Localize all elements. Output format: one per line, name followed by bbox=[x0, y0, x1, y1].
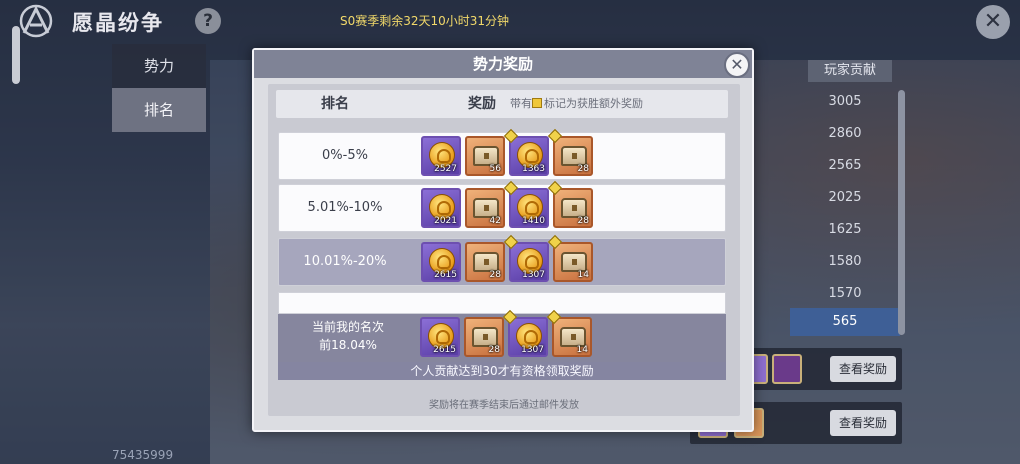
item-quantity: 14 bbox=[577, 270, 589, 280]
shell-coin-icon: 1363 bbox=[509, 136, 549, 176]
reward-item[interactable]: 14 bbox=[546, 309, 592, 357]
reward-item[interactable]: 28 bbox=[547, 128, 593, 176]
reward-item[interactable]: 2527 bbox=[421, 136, 461, 176]
tier-row[interactable]: 0%-5% 2527 56 1363 28 bbox=[278, 128, 726, 180]
item-quantity: 1307 bbox=[521, 345, 544, 355]
contribution-value: 2025 bbox=[828, 190, 862, 205]
item-quantity: 28 bbox=[577, 164, 589, 174]
bonus-marker-icon bbox=[532, 98, 542, 108]
item-quantity: 2527 bbox=[434, 164, 457, 174]
reward-item[interactable]: 42 bbox=[465, 188, 505, 228]
contribution-value: 1570 bbox=[828, 286, 862, 301]
contribution-column-header: 玩家贡献 bbox=[808, 60, 892, 82]
bonus-note-prefix: 带有 bbox=[510, 97, 532, 110]
back-handle[interactable] bbox=[12, 26, 20, 84]
treasure-chest-icon: 28 bbox=[464, 317, 504, 357]
view-reward-button[interactable]: 查看奖励 bbox=[830, 356, 896, 382]
table-header: 排名 奖励 带有 标记为获胜额外奖励 bbox=[276, 90, 728, 118]
my-rank-title: 当前我的名次 bbox=[311, 320, 384, 334]
item-quantity: 28 bbox=[488, 345, 500, 355]
column-rank: 排名 bbox=[321, 96, 349, 112]
season-countdown: S0赛季剩余32天10小时31分钟 bbox=[340, 14, 510, 28]
tier-rewards: 2021 42 1410 28 bbox=[421, 180, 593, 228]
shell-coin-icon: 2615 bbox=[420, 317, 460, 357]
item-quantity: 1307 bbox=[522, 270, 545, 280]
reward-item[interactable]: 1307 bbox=[502, 309, 548, 357]
reward-item[interactable]: 2615 bbox=[421, 242, 461, 282]
contribution-value: 2565 bbox=[828, 158, 862, 173]
player-id: 75435999 bbox=[112, 448, 174, 462]
item-quantity: 1410 bbox=[522, 216, 545, 226]
shell-coin-icon: 2021 bbox=[421, 188, 461, 228]
item-quantity: 56 bbox=[489, 164, 501, 174]
item-quantity: 1363 bbox=[522, 164, 545, 174]
reward-item[interactable]: 2021 bbox=[421, 188, 461, 228]
tier-row-partial[interactable] bbox=[278, 292, 726, 314]
reward-item[interactable]: 14 bbox=[547, 234, 593, 282]
list-scrollbar[interactable] bbox=[898, 90, 905, 335]
tab-ranking[interactable]: 排名 bbox=[112, 88, 206, 132]
reward-table: 排名 奖励 带有 标记为获胜额外奖励 0%-5% 2527 56 1363 28 5.0… bbox=[268, 84, 740, 416]
help-button[interactable]: ? bbox=[195, 8, 221, 34]
treasure-chest-icon: 28 bbox=[553, 136, 593, 176]
reward-item-icon bbox=[772, 354, 802, 384]
item-quantity: 2615 bbox=[433, 345, 456, 355]
contribution-value: 3005 bbox=[828, 94, 862, 109]
my-rank-label: 当前我的名次 前18.04% bbox=[278, 318, 418, 354]
reward-item[interactable]: 28 bbox=[464, 317, 504, 357]
reward-item[interactable]: 56 bbox=[465, 136, 505, 176]
my-contribution-value: 565 bbox=[790, 308, 900, 336]
tier-rewards: 2615 28 1307 14 bbox=[421, 234, 593, 282]
treasure-chest-icon: 14 bbox=[552, 317, 592, 357]
treasure-chest-icon: 28 bbox=[465, 242, 505, 282]
my-rank-panel: 当前我的名次 前18.04% 2615 28 1307 14 bbox=[278, 309, 726, 362]
eligibility-notice: 个人贡献达到30才有资格领取奖励 bbox=[278, 362, 726, 380]
view-reward-button[interactable]: 查看奖励 bbox=[830, 410, 896, 436]
tier-label: 5.01%-10% bbox=[307, 200, 383, 215]
mail-delivery-note: 奖励将在赛季结束后通过邮件发放 bbox=[429, 400, 579, 411]
tier-label: 0%-5% bbox=[322, 148, 368, 163]
reward-item[interactable]: 1363 bbox=[503, 128, 549, 176]
reward-item[interactable]: 2615 bbox=[420, 317, 460, 357]
contribution-value: 1625 bbox=[828, 222, 862, 237]
tier-row[interactable]: 5.01%-10% 2021 42 1410 28 bbox=[278, 180, 726, 232]
reward-item[interactable]: 1307 bbox=[503, 234, 549, 282]
item-quantity: 2021 bbox=[434, 216, 457, 226]
contribution-value: 1580 bbox=[828, 254, 862, 269]
shell-coin-icon: 1410 bbox=[509, 188, 549, 228]
tab-faction[interactable]: 势力 bbox=[112, 44, 206, 88]
item-quantity: 28 bbox=[577, 216, 589, 226]
bonus-note: 带有 标记为获胜额外奖励 bbox=[510, 90, 643, 118]
close-button[interactable]: ✕ bbox=[976, 5, 1010, 39]
contribution-value: 2860 bbox=[828, 126, 862, 141]
tier-row-current[interactable]: 10.01%-20% 2615 28 1307 14 bbox=[278, 234, 726, 286]
bonus-note-suffix: 标记为获胜额外奖励 bbox=[544, 97, 643, 110]
item-quantity: 28 bbox=[489, 270, 501, 280]
faction-logo-icon bbox=[19, 4, 53, 38]
item-quantity: 14 bbox=[576, 345, 588, 355]
faction-reward-dialog: 势力奖励 ✕ 排名 奖励 带有 标记为获胜额外奖励 0%-5% 2527 56 136… bbox=[252, 48, 754, 432]
shell-coin-icon: 1307 bbox=[508, 317, 548, 357]
reward-item[interactable]: 1410 bbox=[503, 180, 549, 228]
treasure-chest-icon: 56 bbox=[465, 136, 505, 176]
shell-coin-icon: 1307 bbox=[509, 242, 549, 282]
treasure-chest-icon: 28 bbox=[553, 188, 593, 228]
treasure-chest-icon: 14 bbox=[553, 242, 593, 282]
tier-label: 10.01%-20% bbox=[303, 254, 387, 269]
dialog-title: 势力奖励 bbox=[254, 50, 752, 78]
shell-coin-icon: 2615 bbox=[421, 242, 461, 282]
dialog-close-button[interactable]: ✕ bbox=[724, 52, 750, 78]
treasure-chest-icon: 42 bbox=[465, 188, 505, 228]
reward-item[interactable]: 28 bbox=[465, 242, 505, 282]
column-reward: 奖励 bbox=[468, 96, 496, 112]
item-quantity: 42 bbox=[489, 216, 501, 226]
my-rank-percent: 前18.04% bbox=[319, 338, 377, 352]
top-bar: 愿晶纷争 ? S0赛季剩余32天10小时31分钟 ✕ bbox=[0, 0, 1020, 44]
shell-coin-icon: 2527 bbox=[421, 136, 461, 176]
item-quantity: 2615 bbox=[434, 270, 457, 280]
reward-item[interactable]: 28 bbox=[547, 180, 593, 228]
my-rank-rewards: 2615 28 1307 14 bbox=[420, 309, 592, 357]
tier-rewards: 2527 56 1363 28 bbox=[421, 128, 593, 176]
page-title: 愿晶纷争 bbox=[72, 11, 164, 35]
